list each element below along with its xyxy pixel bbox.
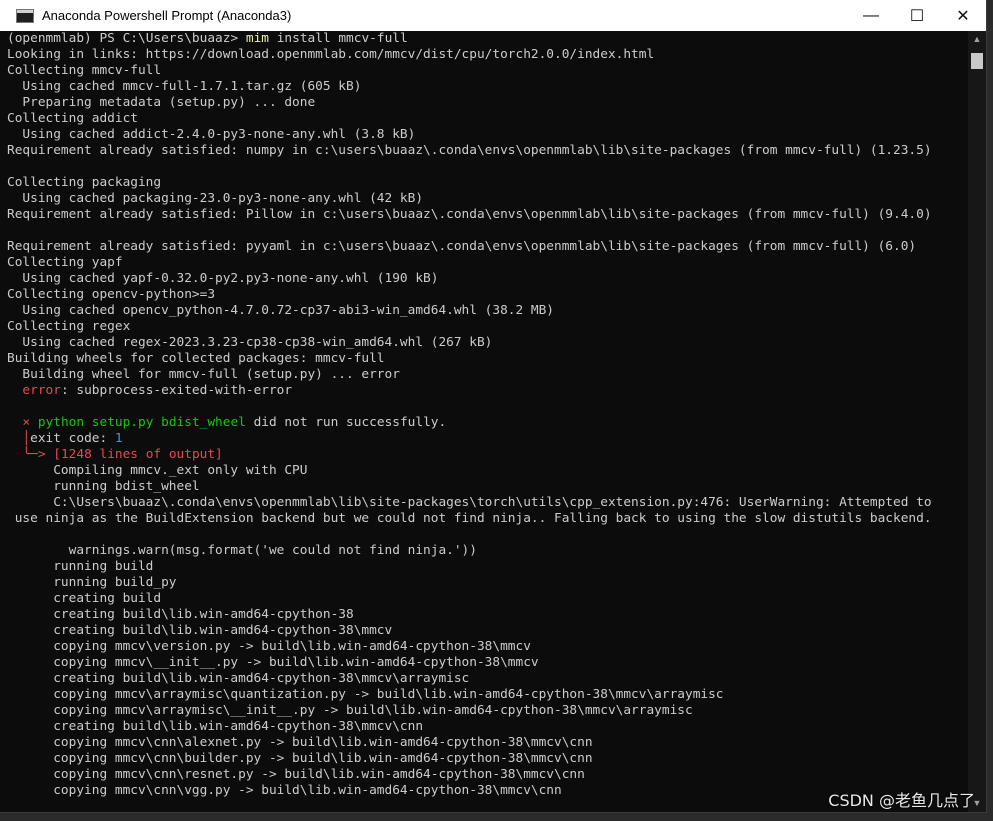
command-name: mim [245, 31, 269, 46]
window-controls: — ☐ ✕ [848, 0, 986, 31]
fail-message: did not run successfully. [245, 415, 447, 430]
scroll-up-icon[interactable]: ▲ [968, 31, 986, 48]
terminal-output[interactable]: (openmmlab) PS C:\Users\buaaz> mim insta… [0, 31, 967, 812]
build-log: Compiling mmcv._ext only with CPU runnin… [14, 463, 932, 798]
maximize-button[interactable]: ☐ [894, 0, 940, 31]
exit-code: 1 [114, 431, 123, 446]
prompt-path: PS C:\Users\buaaz> [99, 31, 239, 46]
title-bar[interactable]: Anaconda Powershell Prompt (Anaconda3) —… [0, 0, 986, 31]
failed-command: python setup.py bdist_wheel [37, 415, 246, 430]
output-lines-count: [1248 lines of output] [53, 447, 223, 462]
scroll-thumb[interactable] [971, 53, 983, 69]
window-title: Anaconda Powershell Prompt (Anaconda3) [42, 8, 292, 23]
error-label: error [22, 383, 61, 398]
install-log: Looking in links: https://download.openm… [7, 47, 932, 382]
exit-code-label: exit code: [30, 431, 115, 446]
terminal-window: Anaconda Powershell Prompt (Anaconda3) —… [0, 0, 987, 813]
watermark: CSDN @老鱼几点了 [828, 791, 975, 810]
fail-mark-icon: × [22, 415, 31, 430]
vertical-scrollbar[interactable]: ▲ ▼ [968, 31, 986, 812]
terminal-app-icon [16, 8, 34, 23]
minimize-button[interactable]: — [848, 0, 894, 31]
error-message: : subprocess-exited-with-error [60, 383, 293, 398]
prompt-env: (openmmlab) [7, 31, 92, 46]
command-args: install mmcv-full [276, 31, 408, 46]
close-button[interactable]: ✕ [940, 0, 986, 31]
